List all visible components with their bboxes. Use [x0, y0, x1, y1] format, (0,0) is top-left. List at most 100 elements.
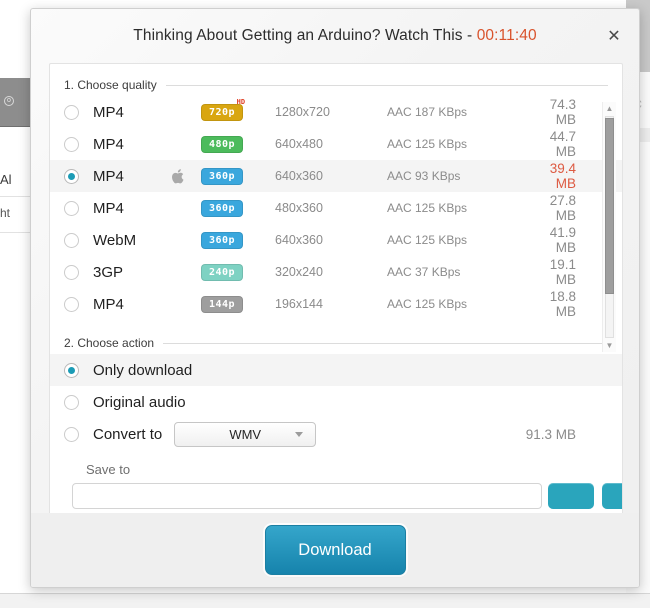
action-option-only-download[interactable]: Only download — [50, 354, 622, 386]
dialog-title: Thinking About Getting an Arduino? Watch… — [133, 27, 536, 45]
quality-resolution: 640x360 — [275, 233, 323, 247]
quality-list: MP4 720p HD 1280x720 AAC 187 KBps 74.3 MB MP4 4… — [50, 96, 622, 320]
quality-badge-cell: 360p — [201, 199, 267, 217]
quality-badge: 144p — [201, 295, 244, 313]
quality-resolution: 320x240 — [275, 265, 323, 279]
quality-badge-cell: 480p — [201, 135, 267, 153]
quality-filesize: 74.3 MB — [549, 97, 576, 127]
quality-audio: AAC 125 KBps — [387, 201, 468, 215]
action-label: Only download — [93, 361, 193, 379]
quality-row[interactable]: 3GP 240p 320x240 AAC 37 KBps 19.1 MB — [50, 256, 622, 288]
quality-audio: AAC 125 KBps — [387, 137, 468, 151]
dialog-titlebar: Thinking About Getting an Arduino? Watch… — [31, 9, 639, 63]
quality-audio: AAC 125 KBps — [387, 297, 468, 311]
quality-row[interactable]: MP4 360p 640x360 AAC 93 KBps 39.4 MB — [50, 160, 622, 192]
download-button[interactable]: Download — [264, 525, 406, 575]
convert-format-value: WMV — [229, 426, 262, 442]
quality-badge: 720p HD — [201, 98, 245, 121]
dialog-title-text: Thinking About Getting an Arduino? Watch… — [133, 27, 477, 44]
scrollbar-thumb[interactable] — [605, 118, 614, 294]
quality-audio: AAC 37 KBps — [387, 265, 461, 279]
dialog-footer: Download — [31, 513, 639, 587]
quality-badge: 480p — [201, 135, 244, 153]
quality-section-header: 1. Choose quality — [50, 78, 622, 92]
quality-filesize: 41.9 MB — [549, 225, 576, 255]
save-to-label: Save to — [86, 462, 131, 477]
quality-row[interactable]: MP4 720p HD 1280x720 AAC 187 KBps 74.3 MB — [50, 96, 622, 128]
chevron-down-icon — [295, 431, 304, 437]
action-section-header: 2. Choose action — [50, 336, 622, 350]
convert-format-dropdown[interactable]: WMV — [174, 421, 317, 447]
quality-badge-cell: 360p — [201, 231, 267, 249]
quality-row[interactable]: MP4 144p 196x144 AAC 125 KBps 18.8 MB — [50, 288, 622, 320]
radio-quality-6[interactable] — [64, 296, 79, 312]
background-bottom-strip — [0, 593, 650, 608]
quality-resolution: 1280x720 — [275, 105, 330, 119]
close-icon[interactable]: ✕ — [599, 21, 629, 51]
quality-resolution: 196x144 — [275, 297, 323, 311]
quality-resolution: 480x360 — [275, 201, 323, 215]
quality-audio: AAC 187 KBps — [387, 105, 468, 119]
video-duration: 00:11:40 — [476, 27, 537, 44]
scroll-up-icon[interactable]: ▲ — [603, 102, 616, 115]
radio-quality-3[interactable] — [64, 200, 79, 216]
quality-resolution: 640x480 — [275, 137, 323, 151]
quality-filesize: 39.4 MB — [549, 161, 576, 191]
background-divider — [0, 232, 34, 233]
radio-quality-2[interactable] — [64, 168, 79, 184]
quality-filesize: 44.7 MB — [549, 129, 576, 159]
scroll-down-icon[interactable]: ▼ — [603, 339, 616, 352]
background-dot-icon: o — [4, 96, 14, 106]
save-to-row — [72, 483, 622, 509]
quality-filesize: 18.8 MB — [549, 289, 576, 319]
radio-original-audio[interactable] — [64, 394, 79, 410]
quality-format: MP4 — [93, 103, 124, 121]
action-label: Original audio — [93, 393, 186, 411]
quality-resolution: 640x360 — [275, 169, 323, 183]
action-label: Convert to — [93, 425, 163, 443]
section-divider — [163, 342, 608, 344]
apple-icon — [171, 168, 201, 185]
quality-scrollbar[interactable]: ▲ ▼ — [602, 102, 616, 352]
quality-filesize: 19.1 MB — [549, 257, 576, 287]
radio-quality-1[interactable] — [64, 136, 79, 152]
action-option-convert-to[interactable]: Convert to WMV 91.3 MB — [50, 418, 622, 450]
quality-badge-cell: 360p — [201, 167, 267, 185]
radio-quality-4[interactable] — [64, 232, 79, 248]
action-section-label: 2. Choose action — [64, 336, 155, 350]
convert-size-value: 91.3 MB — [525, 426, 576, 442]
quality-format: MP4 — [93, 295, 124, 313]
quality-badge-cell: 144p — [201, 295, 267, 313]
dialog-content-panel: 1. Choose quality MP4 720p HD 1280x720 AAC 1… — [49, 63, 623, 513]
browse-button[interactable] — [548, 483, 594, 509]
radio-only-download[interactable] — [64, 362, 79, 378]
quality-audio: AAC 125 KBps — [387, 233, 468, 247]
quality-section-label: 1. Choose quality — [64, 78, 157, 92]
quality-badge: 360p — [201, 167, 244, 185]
quality-format: MP4 — [93, 199, 124, 217]
quality-badge-cell: 720p HD — [201, 98, 267, 121]
radio-convert-to[interactable] — [64, 426, 79, 442]
download-dialog: Thinking About Getting an Arduino? Watch… — [30, 8, 640, 588]
quality-format: 3GP — [93, 263, 124, 281]
radio-quality-5[interactable] — [64, 264, 79, 280]
quality-badge-cell: 240p — [201, 263, 267, 281]
quality-format: WebM — [93, 231, 137, 249]
background-divider — [0, 196, 34, 197]
radio-quality-0[interactable] — [64, 104, 79, 120]
quality-badge: 360p — [201, 199, 244, 217]
quality-row[interactable]: MP4 480p 640x480 AAC 125 KBps 44.7 MB — [50, 128, 622, 160]
open-folder-button[interactable] — [602, 483, 622, 509]
quality-badge: 240p — [201, 263, 244, 281]
background-text-fragment-2: ht — [0, 206, 11, 220]
section-divider — [165, 84, 608, 86]
quality-filesize: 27.8 MB — [549, 193, 576, 223]
quality-format: MP4 — [93, 167, 124, 185]
save-to-input[interactable] — [72, 483, 542, 509]
quality-audio: AAC 93 KBps — [387, 169, 461, 183]
action-option-original-audio[interactable]: Original audio — [50, 386, 622, 418]
quality-format: MP4 — [93, 135, 124, 153]
quality-row[interactable]: MP4 360p 480x360 AAC 125 KBps 27.8 MB — [50, 192, 622, 224]
quality-row[interactable]: WebM 360p 640x360 AAC 125 KBps 41.9 MB — [50, 224, 622, 256]
hd-tag: HD — [236, 97, 246, 106]
